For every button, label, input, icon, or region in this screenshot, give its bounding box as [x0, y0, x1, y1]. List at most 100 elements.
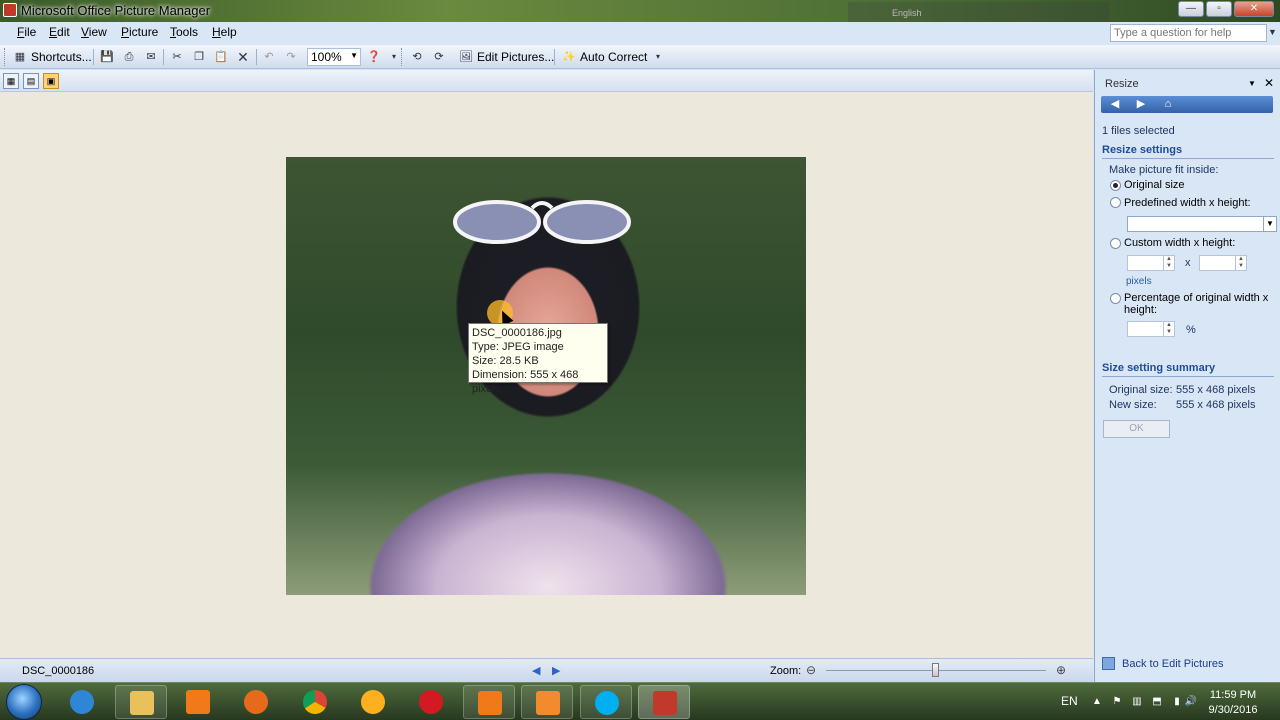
forward-arrow-icon[interactable]: ▶	[1133, 97, 1149, 112]
menu-picture[interactable]: Picture	[121, 25, 158, 39]
help-button[interactable]: ❓	[366, 48, 382, 66]
copy-button[interactable]: ❐	[191, 48, 207, 66]
menu-help[interactable]: Help	[212, 25, 237, 39]
picture-manager-app-icon[interactable]	[3, 3, 17, 17]
single-picture-view-button[interactable]: ▣	[43, 73, 59, 89]
filmstrip-view-button[interactable]: ▤	[23, 73, 39, 89]
camtasia-icon	[536, 691, 560, 715]
pane-menu-icon[interactable]: ▼	[1248, 79, 1256, 88]
help-dropdown-icon[interactable]: ▼	[1268, 27, 1277, 37]
next-picture-icon[interactable]: ▶	[552, 664, 560, 677]
action-center-icon[interactable]: ⚑	[1110, 696, 1124, 708]
menu-file[interactable]: File	[17, 25, 36, 39]
camtasia-button[interactable]	[521, 685, 573, 719]
system-clock[interactable]: 11:59 PM 9/30/2016	[1200, 688, 1266, 718]
toolbar-separator	[93, 49, 94, 65]
home-icon[interactable]: ⌂	[1160, 97, 1176, 112]
toolbar-grip[interactable]	[4, 48, 7, 66]
shortcuts-button[interactable]: ▦ Shortcuts...	[12, 48, 92, 66]
redo-button[interactable]: ↷	[283, 48, 299, 66]
chrome-button[interactable]	[289, 685, 341, 719]
predefined-size-select[interactable]: ▼	[1127, 216, 1277, 232]
signal-icon[interactable]: ▮	[1170, 696, 1184, 708]
network-icon[interactable]: ▥	[1130, 696, 1144, 708]
auto-correct-icon: ✨	[562, 51, 576, 63]
pane-close-icon[interactable]: ✕	[1264, 76, 1274, 90]
percentage-stepper[interactable]: ▲ ▼	[1127, 321, 1175, 337]
percentage-radio[interactable]	[1110, 293, 1121, 304]
chevron-down-icon: ▼	[350, 51, 358, 60]
close-button[interactable]: ✕	[1234, 1, 1274, 17]
paste-icon: 📋	[214, 51, 228, 63]
custom-size-radio[interactable]	[1110, 238, 1121, 249]
rotate-left-button[interactable]: ⟲	[409, 48, 425, 66]
pane-title: Resize	[1105, 78, 1139, 90]
email-button[interactable]: ✉	[143, 48, 159, 66]
volume-icon[interactable]: 🔊	[1184, 696, 1198, 708]
new-size-summary-value: 555 x 468 pixels	[1176, 399, 1256, 411]
toolbar-options-button[interactable]: ▾	[386, 48, 402, 66]
show-hidden-icons-icon[interactable]: ▲	[1090, 696, 1104, 708]
save-button[interactable]: 💾	[99, 48, 115, 66]
input-language[interactable]: EN	[1061, 694, 1078, 708]
zoom-label: Zoom:	[770, 665, 802, 677]
firefox-button[interactable]	[230, 685, 282, 719]
toolbar-grip[interactable]	[401, 48, 404, 66]
language-bar-label: English	[892, 8, 922, 18]
security-icon[interactable]: ⬒	[1150, 696, 1164, 708]
shortcuts-icon: ▦	[14, 51, 26, 63]
zoom-slider-thumb[interactable]	[932, 663, 939, 677]
previous-picture-icon[interactable]: ◀	[532, 664, 540, 677]
picture-manager-taskbar-button[interactable]	[638, 685, 690, 719]
chevron-down-icon: ▼	[1263, 217, 1276, 231]
undo-button[interactable]: ↶	[261, 48, 277, 66]
thumbnail-view-button[interactable]: ▦	[3, 73, 19, 89]
custom-size-label: Custom width x height:	[1124, 237, 1236, 249]
rotate-left-icon: ⟲	[412, 51, 422, 63]
window-controls: — ▫ ✕	[1178, 1, 1274, 17]
view-bar: ▦ ▤ ▣	[0, 70, 1093, 92]
menu-view[interactable]: View	[81, 25, 107, 39]
maximize-button[interactable]: ▫	[1206, 1, 1232, 17]
zoom-out-icon[interactable]: ⊖	[803, 662, 819, 678]
menu-tools[interactable]: Tools	[170, 25, 198, 39]
cut-button[interactable]: ✂	[169, 48, 185, 66]
predefined-size-radio[interactable]	[1110, 197, 1121, 208]
pane-navigation: ◀ ▶ ⌂	[1101, 96, 1273, 113]
custom-width-stepper[interactable]: ▲ ▼	[1127, 255, 1175, 271]
minimize-button[interactable]: —	[1178, 1, 1204, 17]
opera-button[interactable]	[405, 685, 457, 719]
back-to-edit-pictures-link[interactable]: Back to Edit Pictures	[1122, 658, 1224, 670]
zoom-in-icon[interactable]: ⊕	[1053, 662, 1069, 678]
help-question-input[interactable]: Type a question for help	[1110, 24, 1267, 42]
internet-explorer-button[interactable]	[56, 685, 108, 719]
file-explorer-button[interactable]	[115, 685, 167, 719]
yahoo-messenger-button[interactable]	[347, 685, 399, 719]
zoom-combo[interactable]: 100% ▼	[307, 48, 361, 66]
chevron-down-icon: ▾	[391, 52, 396, 61]
back-arrow-icon[interactable]: ◀	[1107, 97, 1123, 112]
original-size-radio[interactable]	[1110, 180, 1121, 191]
delete-button[interactable]: ✕	[235, 48, 251, 66]
cut-icon: ✂	[172, 51, 182, 63]
media-player-button[interactable]	[172, 685, 224, 719]
auto-correct-button[interactable]: ✨ Auto Correct	[561, 48, 647, 66]
delete-icon: ✕	[237, 49, 249, 65]
skype-button[interactable]	[580, 685, 632, 719]
start-button[interactable]	[6, 684, 42, 720]
edit-pictures-button[interactable]: 🖼 Edit Pictures...	[458, 48, 554, 66]
resize-task-pane: Resize ▼ ✕ ◀ ▶ ⌂ 1 files selected Resize…	[1094, 70, 1280, 682]
paste-button[interactable]: 📋	[213, 48, 229, 66]
camtasia-recorder-button[interactable]	[463, 685, 515, 719]
print-button[interactable]: ⎙	[121, 48, 137, 66]
edit-pictures-icon: 🖼	[459, 51, 473, 63]
predefined-size-label: Predefined width x height:	[1124, 197, 1251, 209]
ok-button[interactable]: OK	[1103, 420, 1170, 438]
toolbar-separator	[256, 49, 257, 65]
custom-height-stepper[interactable]: ▲ ▼	[1199, 255, 1247, 271]
undo-icon: ↶	[264, 51, 274, 63]
skype-icon	[595, 691, 619, 715]
rotate-right-button[interactable]: ⟳	[431, 48, 447, 66]
toolbar-overflow-button[interactable]: ▾	[650, 48, 666, 66]
menu-edit[interactable]: Edit	[49, 25, 70, 39]
